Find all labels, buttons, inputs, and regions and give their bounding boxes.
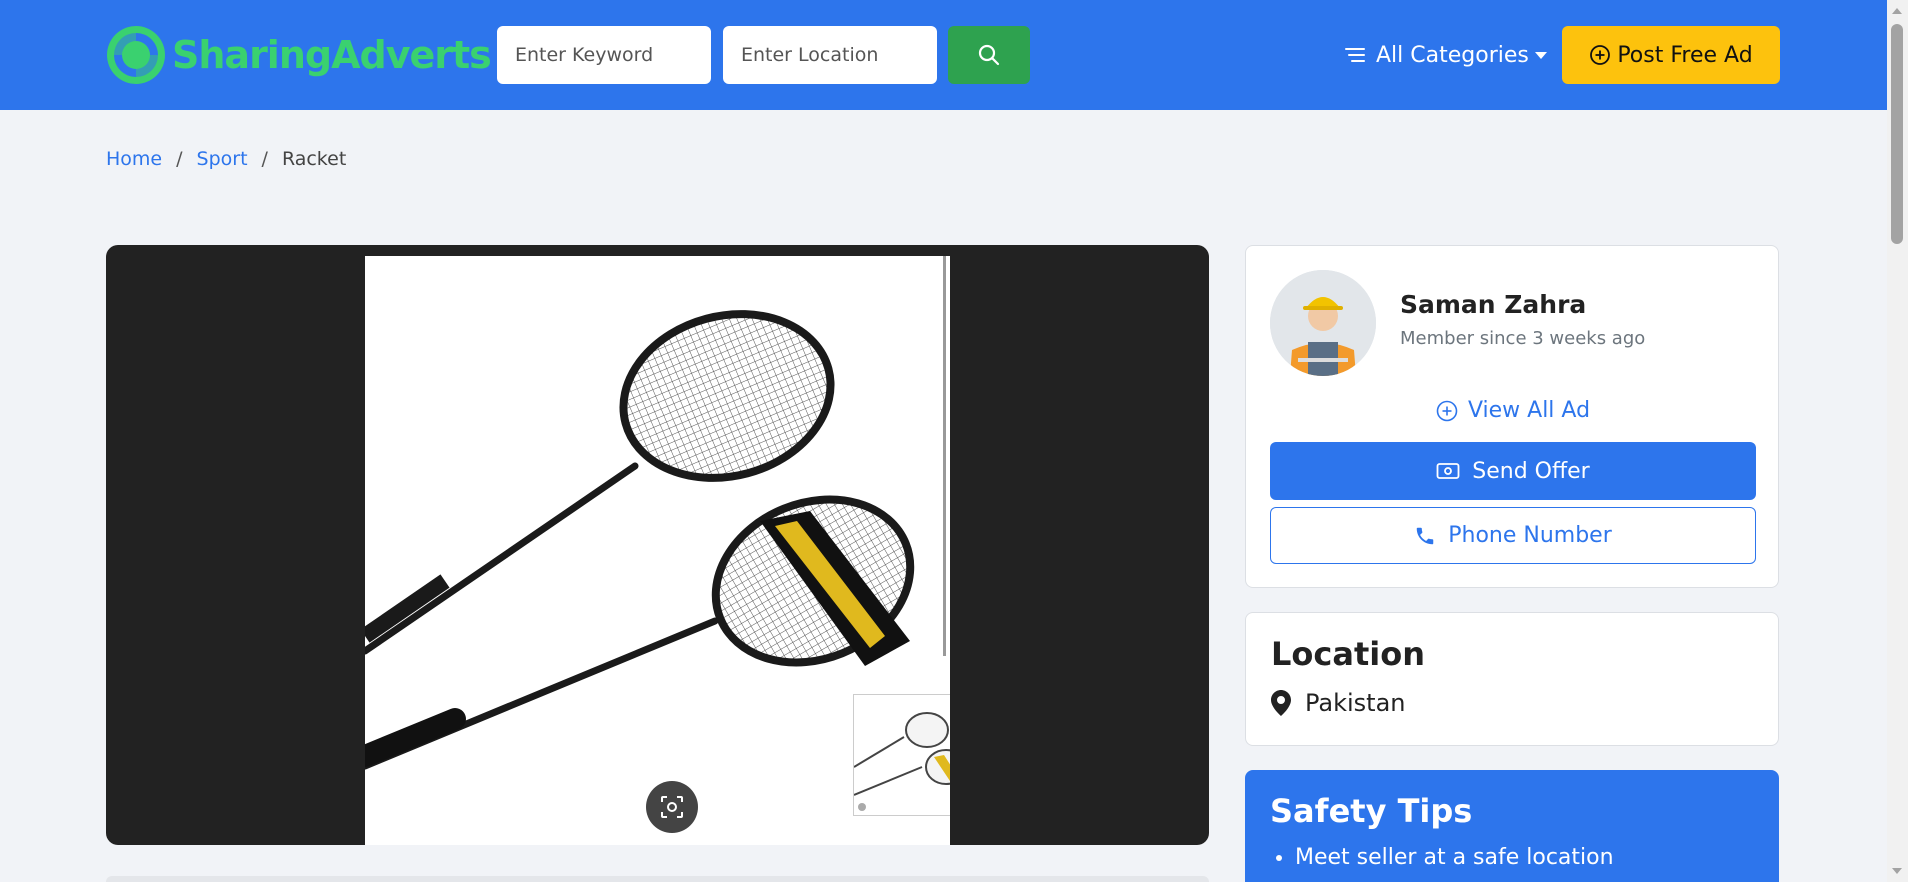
breadcrumb-home[interactable]: Home xyxy=(106,148,162,170)
site-header: SharingAdverts All Categories Post Free … xyxy=(0,0,1887,110)
breadcrumb-current: Racket xyxy=(281,148,347,170)
location-row: Pakistan xyxy=(1271,689,1406,717)
lens-icon xyxy=(661,796,683,818)
ad-image-gallery[interactable] xyxy=(106,245,1209,845)
site-logo[interactable]: SharingAdverts xyxy=(106,24,492,86)
safety-tips-card: Safety Tips Meet seller at a safe locati… xyxy=(1245,770,1779,882)
logo-icon xyxy=(107,26,165,84)
search-button[interactable] xyxy=(948,26,1030,84)
safety-tips-title: Safety Tips xyxy=(1270,792,1473,830)
scroll-thumb[interactable] xyxy=(1891,24,1903,244)
page-scrollbar[interactable] xyxy=(1887,0,1908,882)
location-card: Location Pakistan xyxy=(1245,612,1779,746)
safety-tip-item: Meet seller at a safe location xyxy=(1295,845,1614,870)
all-categories-dropdown[interactable]: All Categories xyxy=(1344,34,1547,76)
plus-circle-icon xyxy=(1436,400,1458,421)
send-offer-button[interactable]: Send Offer xyxy=(1270,442,1756,500)
view-all-ads-link[interactable]: View All Ad xyxy=(1246,398,1780,423)
phone-number-label: Phone Number xyxy=(1448,523,1612,548)
phone-icon xyxy=(1416,527,1434,544)
image-thumbnail[interactable] xyxy=(853,694,950,816)
menu-lines-icon xyxy=(1345,48,1365,62)
view-all-label: View All Ad xyxy=(1467,398,1591,423)
lens-button[interactable] xyxy=(646,781,698,833)
location-value: Pakistan xyxy=(1305,689,1406,717)
seller-name[interactable]: Saman Zahra xyxy=(1400,290,1586,319)
phone-number-button[interactable]: Phone Number xyxy=(1270,507,1756,564)
map-pin-icon xyxy=(1271,690,1291,716)
categories-label: All Categories xyxy=(1376,42,1529,68)
scroll-down-arrow-icon[interactable] xyxy=(1892,868,1902,874)
avatar xyxy=(1270,270,1376,376)
member-since: Member since 3 weeks ago xyxy=(1400,328,1646,349)
scroll-up-arrow-icon[interactable] xyxy=(1892,8,1902,14)
racket-photo xyxy=(365,256,950,845)
money-icon xyxy=(1436,463,1460,479)
breadcrumb-separator: / xyxy=(176,148,183,170)
location-title: Location xyxy=(1271,635,1425,673)
send-offer-label: Send Offer xyxy=(1472,458,1590,484)
keyword-input[interactable] xyxy=(497,26,711,84)
breadcrumb-sport[interactable]: Sport xyxy=(197,148,248,170)
search-icon xyxy=(978,44,1000,66)
breadcrumb-separator: / xyxy=(261,148,268,170)
post-free-ad-button[interactable]: Post Free Ad xyxy=(1562,26,1780,84)
safety-tips-list: Meet seller at a safe location xyxy=(1295,845,1614,870)
content-card-edge xyxy=(106,876,1209,882)
location-input[interactable] xyxy=(723,26,937,84)
seller-card: Saman Zahra Member since 3 weeks ago Vie… xyxy=(1245,245,1779,588)
chevron-down-icon xyxy=(1534,51,1547,59)
breadcrumb: Home / Sport / Racket xyxy=(106,148,346,170)
logo-text: SharingAdverts xyxy=(172,33,492,77)
plus-circle-icon xyxy=(1590,45,1611,65)
post-ad-label: Post Free Ad xyxy=(1617,42,1753,68)
